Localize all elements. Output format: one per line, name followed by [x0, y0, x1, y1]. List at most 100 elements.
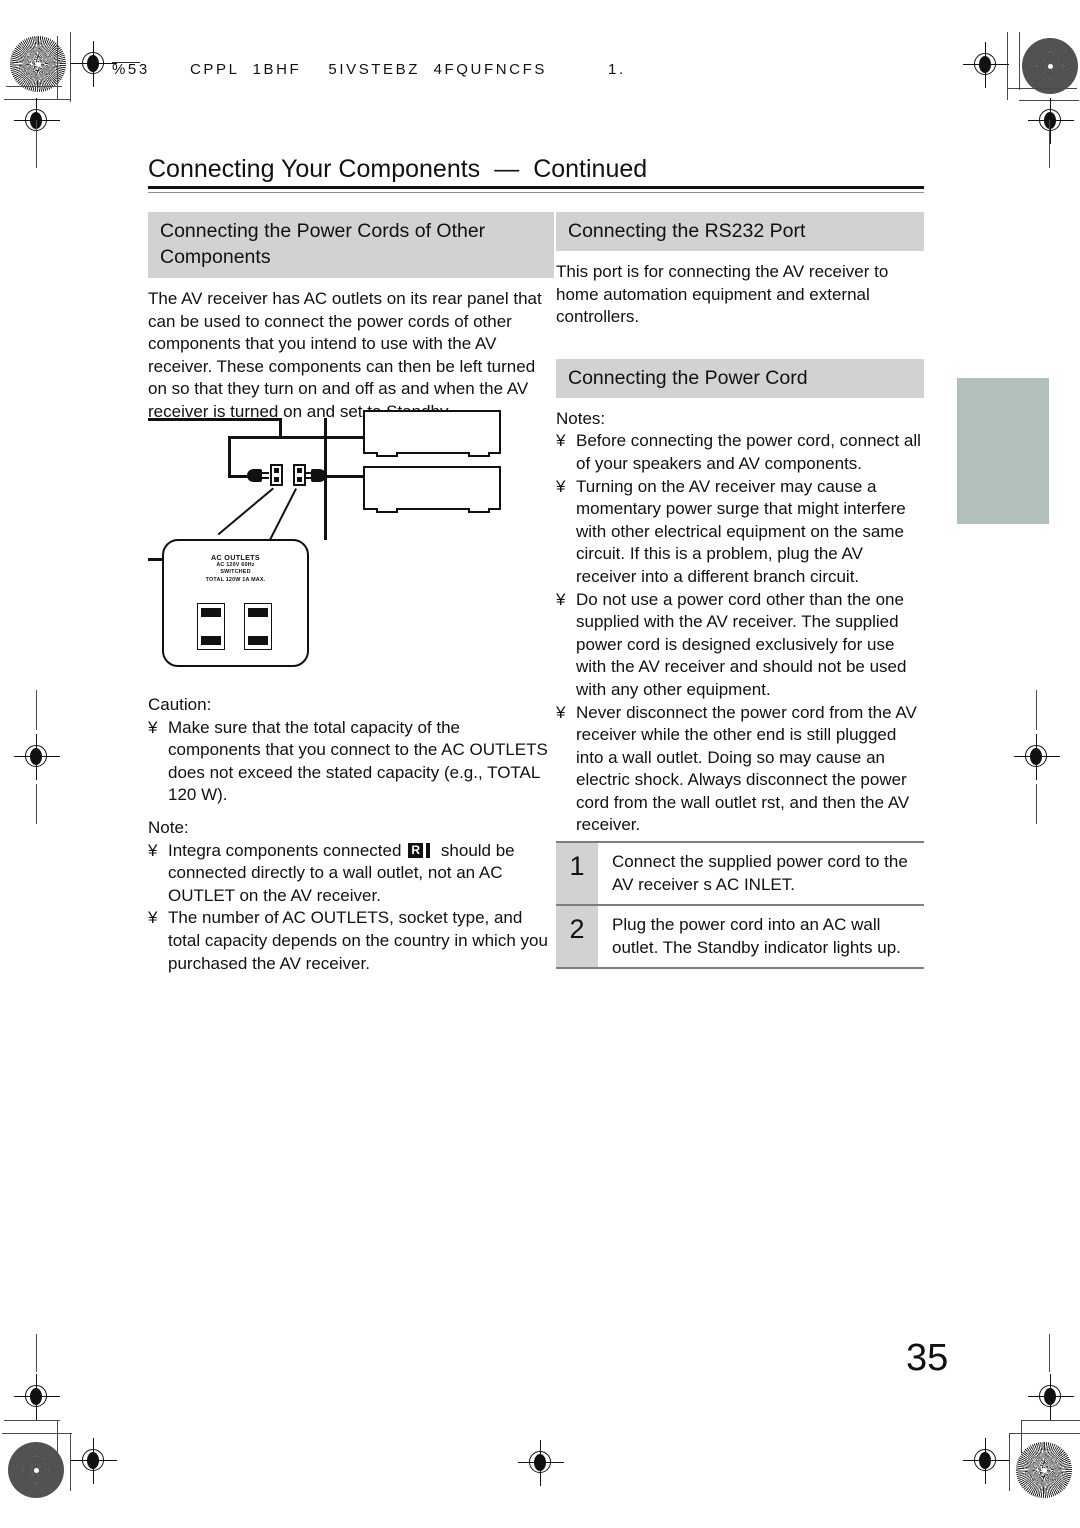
registration-cross-top-left [71, 41, 117, 87]
ac-outlet-socket-right [244, 603, 272, 650]
power-cord-note-item: ¥ Turning on the AV receiver may cause a… [556, 476, 924, 589]
crop-line [57, 1420, 59, 1480]
diagram-leader-line [217, 487, 274, 536]
component-foot [468, 452, 490, 457]
note-bullet-text: The number of AC OUTLETS, socket type, a… [168, 908, 548, 973]
bullet-icon: ¥ [556, 476, 566, 496]
diagram-wire [281, 436, 365, 439]
power-cord-note-item: ¥ Never disconnect the power cord from t… [556, 702, 924, 838]
page-title-separator: — [494, 155, 520, 183]
registration-cross-bottom-right-outer [1028, 1374, 1074, 1420]
bullet-icon: ¥ [556, 589, 566, 609]
ac-outlets-label-line2: AC 120V 60Hz [216, 562, 255, 568]
registration-cross-left-upper [14, 98, 60, 144]
diagram-wire [228, 436, 231, 478]
step-row: 2 Plug the power cord into an AC wall ou… [556, 904, 924, 968]
bullet-icon: ¥ [148, 908, 158, 928]
step-text: Connect the supplied power cord to the A… [612, 852, 908, 894]
crop-line [1007, 32, 1009, 100]
crop-line [1022, 1420, 1080, 1422]
power-cord-note-item: ¥ Do not use a power cord other than the… [556, 589, 924, 702]
crop-line [1019, 100, 1079, 102]
bullet-icon: ¥ [556, 702, 566, 722]
diagram-wire [148, 418, 282, 421]
crop-line [70, 32, 72, 102]
page-title-main: Connecting Your Components [148, 155, 481, 183]
ac-outlets-label: AC OUTLETS AC 120V 60Hz SWITCHED TOTAL 1… [164, 553, 307, 584]
caution-label: Caution: [148, 695, 212, 714]
component-foot [376, 508, 398, 513]
page-title: Connecting Your Components — Continued [148, 155, 928, 184]
manual-page: %53 CPPL 1BHF 5IVSTEBZ 4FQUFNCFS 1. Conn… [0, 0, 1080, 1528]
page-title-continued: Continued [533, 155, 648, 183]
crop-line [4, 1420, 60, 1422]
crop-line [1036, 690, 1038, 730]
component-box-top [363, 410, 501, 454]
note-bullet-item: ¥ The number of AC OUTLETS, socket type,… [148, 907, 554, 975]
page-number: 35 [906, 1337, 949, 1379]
rs232-paragraph: This port is for connecting the AV recei… [556, 262, 889, 327]
crop-line [1010, 1433, 1080, 1435]
crop-line [1036, 784, 1038, 824]
rosette-mark-bottom-left [8, 1442, 64, 1498]
power-plug-left [247, 469, 269, 482]
registration-cross-bottom-center [518, 1440, 564, 1486]
crop-line [1049, 1334, 1051, 1372]
registration-cross-right-middle [1014, 734, 1060, 780]
rosette-mark-top-left [10, 36, 66, 92]
component-foot [376, 452, 398, 457]
power-cord-note-item: ¥ Before connecting the power cord, conn… [556, 430, 924, 475]
crop-line [57, 36, 59, 100]
note-bullet-item: ¥ Integra components connected R should … [148, 840, 554, 908]
note-label: Note: [148, 817, 189, 837]
ac-outlets-diagram: AC OUTLETS AC 120V 60Hz SWITCHED TOTAL 1… [148, 406, 554, 678]
step-number: 2 [556, 906, 598, 968]
crop-line [2, 1433, 72, 1435]
diagram-wire [323, 475, 365, 478]
power-cord-note-text: Do not use a power cord other than the o… [576, 589, 907, 699]
caution-bullet-item: ¥ Make sure that the total capacity of t… [148, 717, 554, 807]
running-header-page-marker: 1. [608, 61, 626, 78]
note-bullet-text-before: Integra components connected [168, 840, 402, 860]
registration-cross-right-upper [1028, 98, 1074, 144]
crop-line [4, 99, 70, 101]
ri-logo-icon: R [408, 842, 434, 858]
power-cord-note-text: Turning on the AV receiver may cause a m… [576, 476, 906, 586]
crop-line [1019, 32, 1021, 90]
registration-cross-left-middle [14, 734, 60, 780]
component-foot [468, 508, 490, 513]
ac-socket-small-left [270, 464, 283, 486]
crop-line [6, 86, 62, 88]
power-cord-note-text: Before connecting the power cord, connec… [576, 431, 921, 473]
ac-socket-small-right [293, 464, 306, 486]
registration-cross-bottom-left-inner [71, 1438, 117, 1484]
bullet-icon: ¥ [148, 840, 158, 860]
ac-outlets-label-line4: TOTAL 120W 1A MAX. [205, 576, 266, 583]
note-bullet-list: ¥ Integra components connected R should … [148, 840, 554, 976]
step-row: 1 Connect the supplied power cord to the… [556, 841, 924, 905]
crop-line [36, 784, 38, 824]
diagram-wire [228, 436, 282, 439]
power-cord-notes-list: ¥ Before connecting the power cord, conn… [556, 430, 924, 837]
registration-cross-bottom-right-inner [963, 1438, 1009, 1484]
title-rule-secondary [148, 191, 924, 194]
crop-line [36, 1334, 38, 1372]
right-column: Connecting the RS232 Port This port is f… [556, 212, 924, 970]
section-heading-power-cords-other-components: Connecting the Power Cords of Other Comp… [148, 212, 554, 278]
left-column: Connecting the Power Cords of Other Comp… [148, 212, 554, 424]
ac-outlet-socket-left [197, 603, 225, 650]
rosette-mark-bottom-right [1016, 1442, 1072, 1498]
step-number: 1 [556, 843, 598, 905]
running-header-text: CPPL 1BHF 5IVSTEBZ 4FQUFNCFS [190, 61, 547, 78]
registration-cross-bottom-left-outer [14, 1374, 60, 1420]
component-box-bottom [363, 466, 501, 510]
left-column-notes: Caution: ¥ Make sure that the total capa… [148, 694, 554, 975]
crop-line [1007, 88, 1077, 90]
ac-outlets-label-line3: SWITCHED [220, 569, 251, 576]
section-heading-power-cord: Connecting the Power Cord [556, 358, 924, 398]
title-rule-primary [148, 186, 924, 190]
bullet-icon: ¥ [148, 717, 158, 737]
power-plug-right [304, 469, 326, 482]
intro-paragraph: The AV receiver has AC outlets on its re… [148, 289, 542, 421]
crop-line [36, 690, 38, 730]
